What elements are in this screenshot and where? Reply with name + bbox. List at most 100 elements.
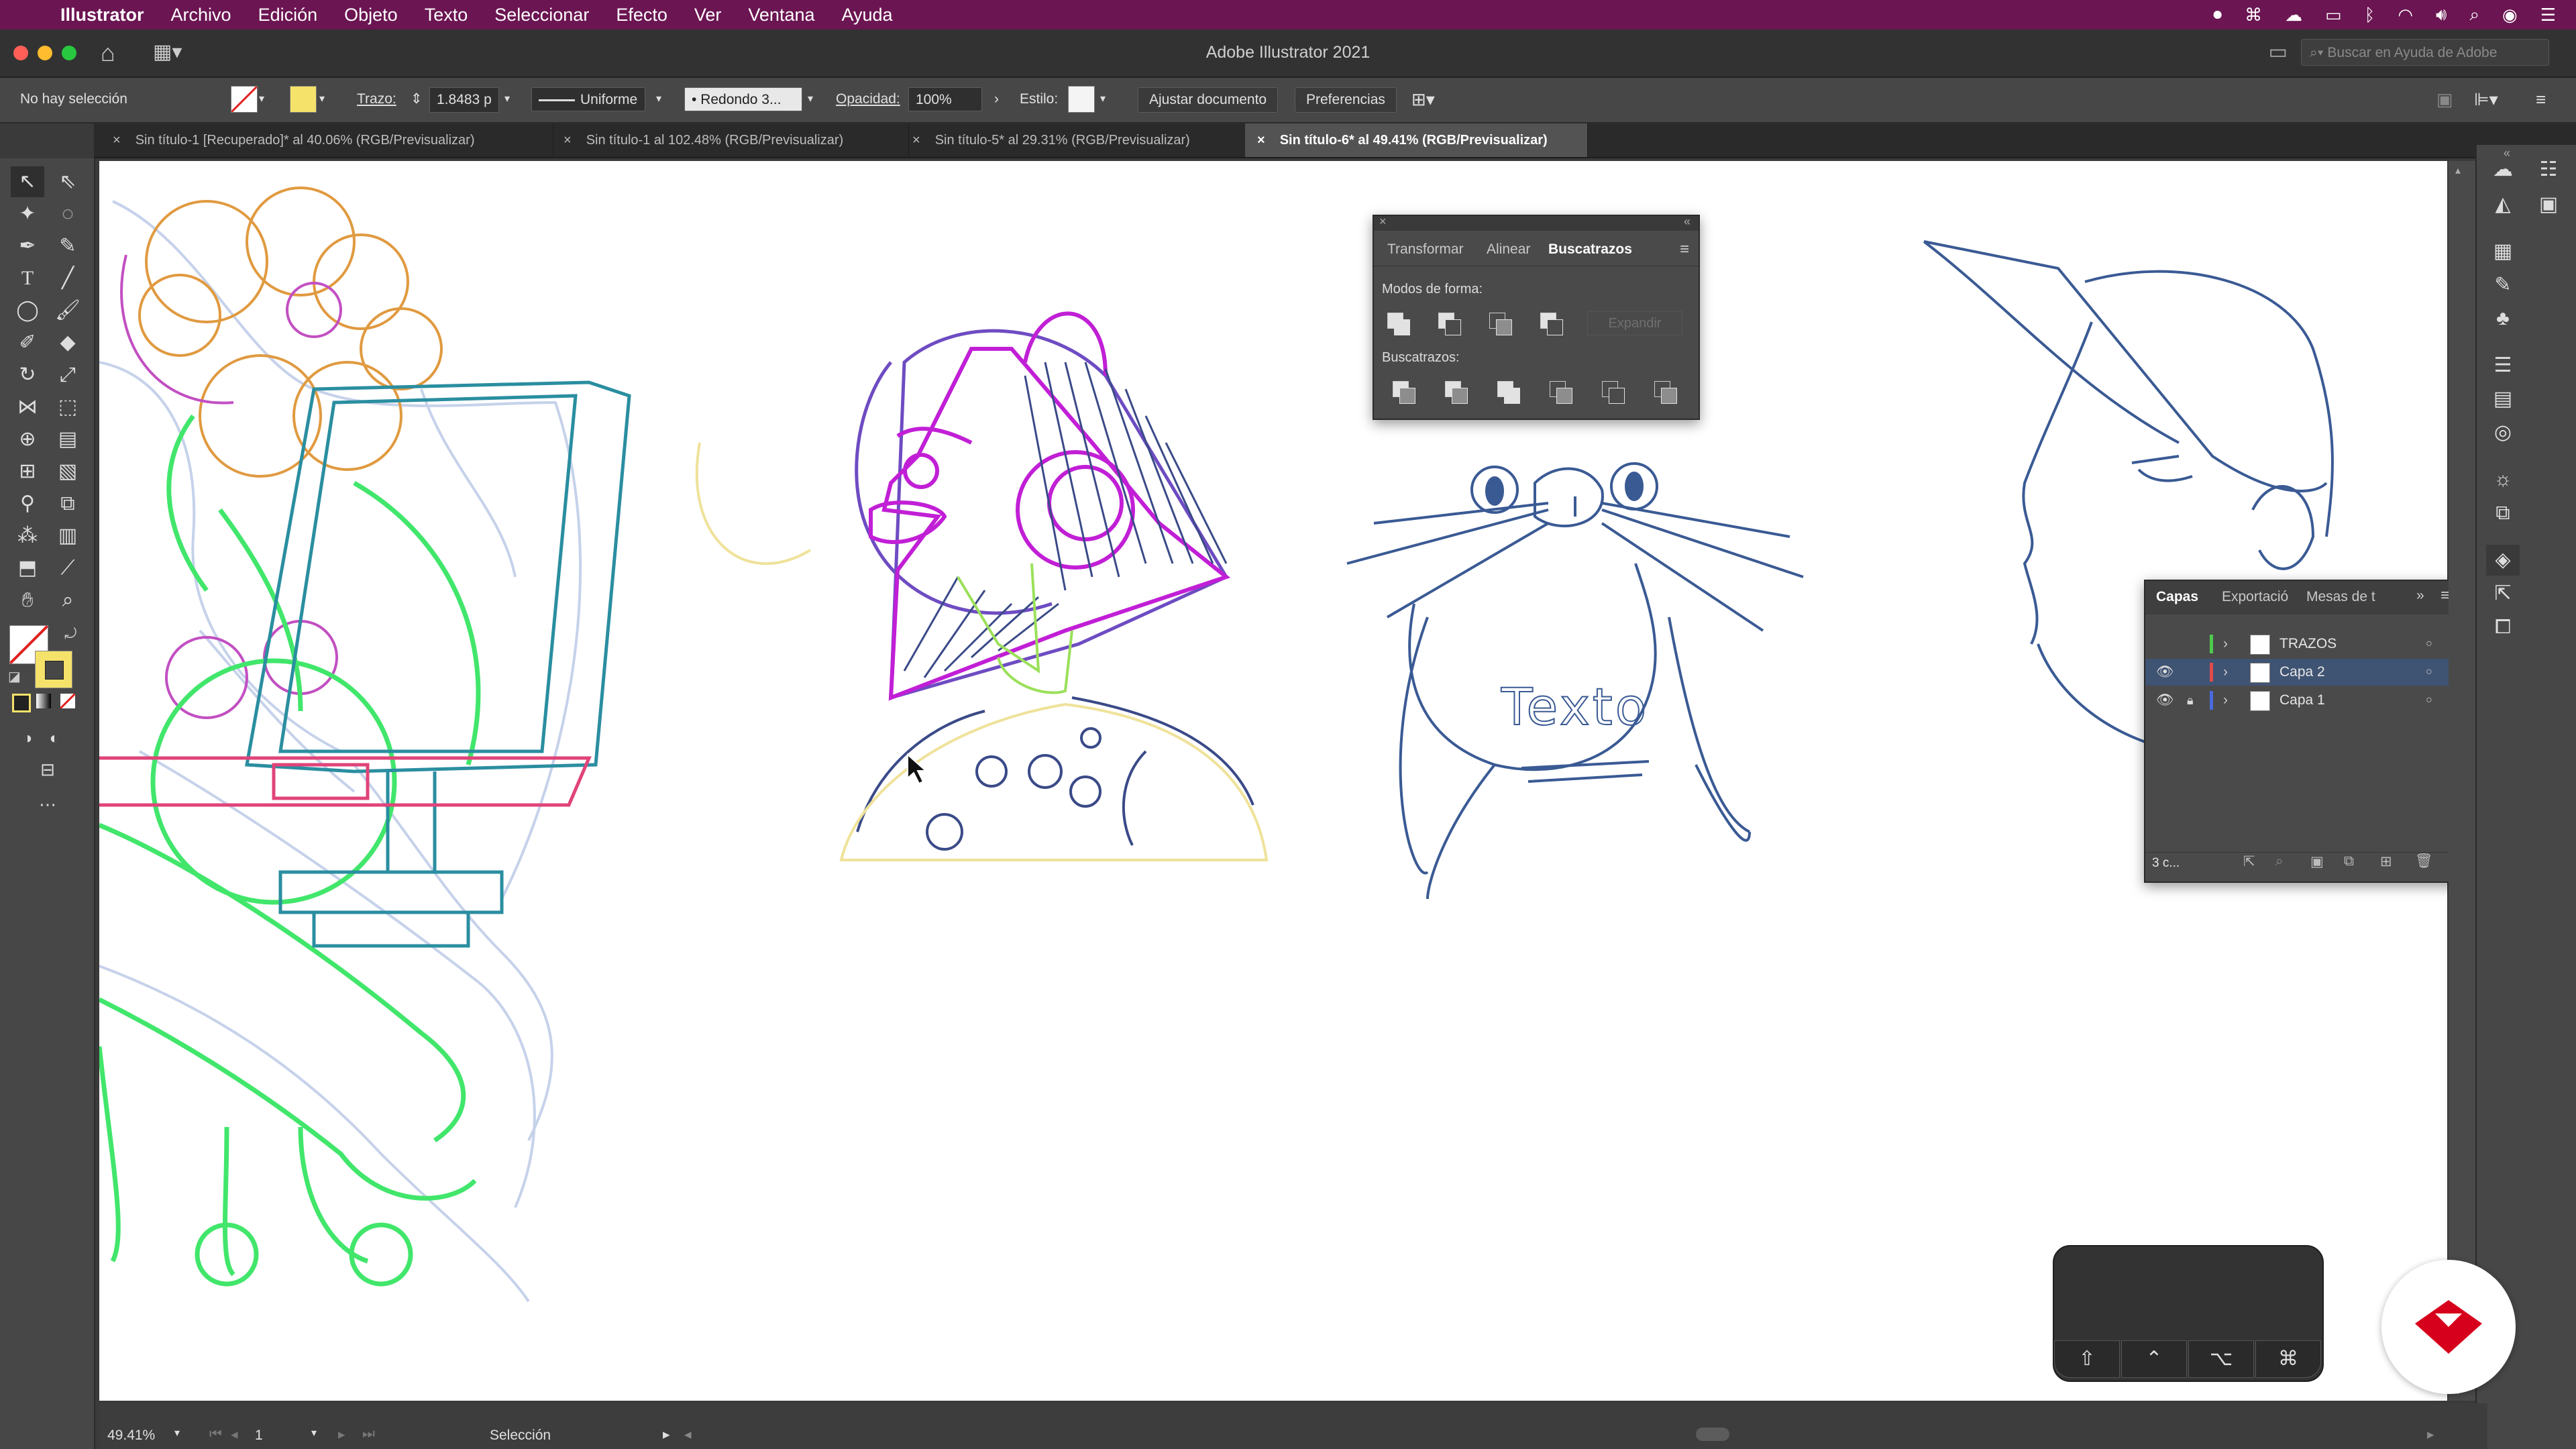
menu-archivo[interactable]: Archivo	[171, 5, 231, 25]
arrange-documents-icon[interactable]: ▭	[2269, 40, 2288, 64]
swap-fill-stroke-icon[interactable]: ⤾	[64, 625, 76, 643]
default-colors-icon[interactable]: ◪	[8, 668, 21, 685]
blend-tool-icon[interactable]: ⧉	[51, 488, 85, 519]
profile-dropdown-icon[interactable]: ▾	[656, 87, 661, 111]
free-transform-tool-icon[interactable]: ⬚	[51, 392, 85, 423]
none-mode-icon[interactable]	[60, 694, 75, 708]
symbols-icon[interactable]: ♣	[2486, 303, 2520, 334]
tab-capas[interactable]: Capas	[2156, 589, 2198, 605]
opacity-input[interactable]: 100%	[908, 87, 982, 111]
layer-row-capa-2[interactable]: 👁︎ › Capa 2 ○ ◢	[2145, 659, 2461, 686]
last-artboard-icon[interactable]: ⏭	[362, 1426, 375, 1442]
eraser-tool-icon[interactable]: ◆	[51, 327, 85, 358]
gradient-panel-icon[interactable]: ▤	[2486, 384, 2520, 415]
screen-mode-icon[interactable]: ⊟	[31, 754, 64, 785]
exclude-icon[interactable]	[1540, 313, 1563, 335]
menu-edicion[interactable]: Edición	[258, 5, 318, 25]
symbol-sprayer-tool-icon[interactable]: ⁂	[11, 521, 44, 551]
minus-front-icon[interactable]	[1438, 313, 1461, 335]
fill-dropdown-icon[interactable]: ▾	[259, 87, 264, 111]
mesh-tool-icon[interactable]: ⊞	[11, 456, 44, 487]
gradient-tool-icon[interactable]: ▧	[51, 456, 85, 487]
command-icon[interactable]: ⌘	[2245, 5, 2262, 25]
fill-swatch[interactable]	[231, 86, 258, 113]
opacity-label[interactable]: Opacidad:	[836, 87, 900, 111]
tab-mesas-de-trabajo[interactable]: Mesas de t	[2306, 589, 2375, 605]
panel-header[interactable]: × «	[1374, 215, 1699, 231]
panel-menu-icon[interactable]: ≡	[1680, 240, 1689, 259]
slice-tool-icon[interactable]: ⟋	[51, 553, 85, 584]
control-key[interactable]: ⌃	[2121, 1340, 2187, 1378]
trim-icon[interactable]	[1445, 381, 1468, 404]
libraries-icon[interactable]: ☁	[2486, 154, 2520, 185]
next-artboard-icon[interactable]: ▸	[338, 1426, 345, 1443]
hand-tool-icon[interactable]: ✋︎	[11, 585, 44, 616]
shift-key[interactable]: ⇧	[2054, 1340, 2120, 1378]
close-tab-icon[interactable]: ×	[1257, 133, 1265, 148]
properties-icon[interactable]: ☷	[2532, 154, 2565, 185]
zoom-dropdown-icon[interactable]: ▾	[174, 1426, 180, 1440]
rotate-tool-icon[interactable]: ↻	[11, 360, 44, 390]
intersect-icon[interactable]	[1489, 313, 1512, 335]
artboard-number[interactable]: 1	[255, 1428, 263, 1444]
layer-row-capa-1[interactable]: 👁︎ 🔒︎ › Capa 1 ○	[2145, 687, 2461, 714]
stroke-swatch[interactable]	[290, 86, 317, 113]
expand-layer-icon[interactable]: ›	[2223, 631, 2228, 657]
eyedropper-tool-icon[interactable]: ⚲	[11, 488, 44, 519]
doc-tab-4-active[interactable]: × Sin título-6* al 49.41% (RGB/Previsuali…	[1245, 123, 1588, 157]
make-clipping-mask-icon[interactable]: ▣	[2310, 853, 2324, 870]
vertical-scrollbar[interactable]: ▴ ▾	[2449, 161, 2475, 1401]
collapse-panel-icon[interactable]: «	[1684, 215, 1690, 229]
layer-row-trazos[interactable]: › TRAZOS ○	[2145, 631, 2461, 657]
perspective-grid-tool-icon[interactable]: ▤	[51, 424, 85, 455]
menu-ventana[interactable]: Ventana	[748, 5, 814, 25]
artboard-canvas[interactable]: Texto	[99, 161, 2447, 1401]
swatches-icon[interactable]: ▦	[2486, 236, 2520, 267]
direct-selection-tool-icon[interactable]: ⇖	[51, 166, 85, 197]
doc-tab-3[interactable]: × Sin título-5* al 29.31% (RGB/Previsuali…	[900, 123, 1255, 157]
menu-seleccionar[interactable]: Seleccionar	[494, 5, 589, 25]
command-key[interactable]: ⌘	[2255, 1340, 2321, 1378]
column-graph-tool-icon[interactable]: ▥	[51, 521, 85, 551]
graphic-styles-icon[interactable]: ⧉	[2486, 498, 2520, 529]
asset-export-icon[interactable]: ⇱	[2486, 578, 2520, 609]
bluetooth-icon[interactable]: ᛒ	[2365, 5, 2375, 25]
ellipse-tool-icon[interactable]: ◯	[11, 295, 44, 326]
line-segment-tool-icon[interactable]: ╱	[51, 263, 85, 294]
close-tab-icon[interactable]: ×	[912, 133, 920, 148]
tab-exportacion[interactable]: Exportació	[2222, 589, 2288, 605]
selection-tool-icon[interactable]: ↖	[11, 166, 44, 197]
divide-icon[interactable]	[1393, 381, 1415, 404]
arrange-icon[interactable]: ▣	[2436, 87, 2453, 111]
merge-icon[interactable]	[1497, 381, 1520, 404]
control-center-icon[interactable]: ☰	[2540, 5, 2556, 25]
graphic-style-swatch[interactable]	[1068, 86, 1095, 113]
transparency-icon[interactable]: ◎	[2486, 417, 2520, 448]
scale-tool-icon[interactable]: ⤢	[51, 360, 85, 390]
fit-document-button[interactable]: Ajustar documento	[1138, 87, 1279, 113]
doc-tab-2[interactable]: × Sin título-1 al 102.48% (RGB/Previsuali…	[551, 123, 909, 157]
create-sublayer-icon[interactable]: ⧉	[2344, 853, 2354, 869]
tab-alinear[interactable]: Alinear	[1487, 241, 1530, 258]
wifi-icon[interactable]: ◠	[2398, 5, 2413, 25]
lock-icon[interactable]: 🔒︎	[2187, 687, 2194, 714]
stroke-weight-input[interactable]: 1.8483 p	[429, 87, 499, 113]
close-panel-icon[interactable]: ×	[1379, 215, 1387, 229]
doc-tab-1[interactable]: × Sin título-1 [Recuperado]* al 40.06% (R…	[101, 123, 553, 157]
opacity-arrow-icon[interactable]: ›	[994, 87, 999, 111]
layer-target-icon[interactable]: ○	[2426, 687, 2432, 714]
help-search-input[interactable]: ⌕▾ Buscar en Ayuda de Adobe	[2301, 39, 2549, 66]
creative-cloud-icon[interactable]: ☁	[2285, 5, 2302, 25]
expand-button[interactable]: Expandir	[1587, 311, 1682, 335]
scroll-up-icon[interactable]: ▴	[2455, 164, 2461, 177]
stroke-weight-dropdown-icon[interactable]: ▾	[504, 87, 510, 111]
artboard-tool-icon[interactable]: ⬒	[11, 553, 44, 584]
shape-builder-tool-icon[interactable]: ⊕	[11, 424, 44, 455]
layer-target-icon[interactable]: ○	[2426, 631, 2432, 657]
preferences-button[interactable]: Preferencias	[1295, 87, 1397, 113]
stroke-stepper-icon[interactable]: ⇕	[411, 87, 423, 111]
menu-ver[interactable]: Ver	[694, 5, 722, 25]
draw-behind-icon[interactable]: ◐	[38, 723, 71, 754]
more-tabs-icon[interactable]: »	[2416, 588, 2424, 604]
expand-layer-icon[interactable]: ›	[2223, 687, 2228, 714]
